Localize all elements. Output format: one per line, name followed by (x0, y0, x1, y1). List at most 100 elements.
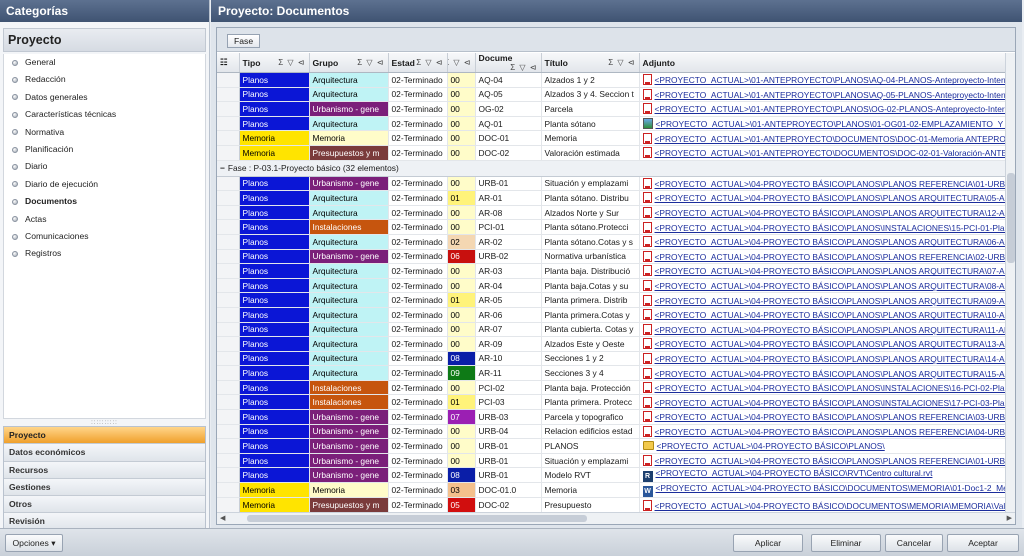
cell-revision[interactable]: 00 (447, 438, 476, 454)
cell-titulo[interactable]: Relacion edificios estad (541, 424, 640, 440)
cell-revision[interactable]: 09 (447, 365, 476, 381)
cell-grupo[interactable]: Presupuestos y m (309, 497, 389, 514)
cell-documento[interactable]: PCI-03 (475, 394, 542, 411)
cell-documento[interactable]: AR-11 (475, 365, 542, 381)
cell-revision[interactable]: 01 (447, 292, 476, 308)
row-indicator[interactable] (217, 145, 240, 161)
cell-tipo[interactable]: Planos (239, 87, 310, 103)
col-adjunto[interactable]: Adjunto (639, 53, 1006, 73)
cell-revision[interactable]: 02 (447, 234, 476, 250)
cell-titulo[interactable]: Presupuesto (541, 497, 640, 514)
cell-revision[interactable]: 00 (447, 322, 476, 338)
cell-estado[interactable]: 02-Terminado (388, 219, 448, 235)
nav-item-registros[interactable]: Registros (4, 245, 205, 262)
cell-estado[interactable]: 02-Terminado (388, 380, 448, 396)
cell-revision[interactable]: 00 (447, 380, 476, 396)
table-row[interactable]: Planos Arquitectura 02-Terminado 01 AR-05 Pla… (217, 292, 1006, 308)
row-indicator[interactable] (217, 482, 240, 499)
row-indicator[interactable] (217, 380, 240, 396)
cell-adjunto-link[interactable]: <PROYECTO_ACTUAL>\04-PROYECTO BÁSICO\PLA… (639, 424, 1006, 440)
row-indicator[interactable] (217, 438, 240, 454)
cell-estado[interactable]: 02-Terminado (388, 424, 448, 440)
cell-titulo[interactable]: Planta baja. Protección (541, 380, 640, 396)
cell-grupo[interactable]: Urbanismo - gene (309, 453, 389, 469)
row-indicator[interactable] (217, 351, 240, 367)
cell-tipo[interactable]: Planos (239, 424, 310, 440)
cell-adjunto-link[interactable]: <PROYECTO_ACTUAL>\04-PROYECTO BÁSICO\PLA… (639, 453, 1006, 469)
cell-titulo[interactable]: Planta primera. Distrib (541, 292, 640, 308)
cell-estado[interactable]: 02-Terminado (388, 307, 448, 323)
cell-tipo[interactable]: Memoria (239, 145, 310, 161)
cell-documento[interactable]: AQ-04 (475, 72, 542, 88)
row-indicator[interactable] (217, 101, 240, 117)
cell-documento[interactable]: AR-04 (475, 278, 542, 294)
cell-tipo[interactable]: Planos (239, 409, 310, 425)
cell-adjunto-link[interactable]: <PROYECTO_ACTUAL>\04-PROYECTO BÁSICO\PLA… (639, 176, 1006, 192)
table-row[interactable]: Planos Arquitectura 02-Terminado 00 AQ-01 Pla… (217, 116, 1006, 132)
cell-estado[interactable]: 02-Terminado (388, 292, 448, 308)
table-row[interactable]: Planos Arquitectura 02-Terminado 01 AR-01 Pla… (217, 190, 1006, 206)
cell-grupo[interactable]: Arquitectura (309, 205, 389, 221)
row-indicator[interactable] (217, 394, 240, 411)
cell-documento[interactable]: URB-01 (475, 467, 542, 484)
cell-grupo[interactable]: Urbanismo - gene (309, 101, 389, 117)
cell-tipo[interactable]: Planos (239, 292, 310, 308)
cell-tipo[interactable]: Planos (239, 116, 310, 132)
cell-estado[interactable]: 02-Terminado (388, 72, 448, 88)
vertical-scrollbar[interactable] (1005, 53, 1015, 513)
row-indicator[interactable] (217, 467, 240, 484)
vertical-scroll-thumb[interactable] (1007, 173, 1015, 263)
cell-adjunto-link[interactable]: <PROYECTO_ACTUAL>\01-ANTEPROYECTO\PLANOS… (639, 101, 1006, 117)
cell-documento[interactable]: AR-07 (475, 322, 542, 338)
row-indicator[interactable] (217, 336, 240, 352)
nav-item-datos-generales[interactable]: Datos generales (4, 89, 205, 106)
cell-revision[interactable]: 05 (447, 497, 476, 514)
table-row[interactable]: Planos Arquitectura 02-Terminado 00 AR-08 Alz… (217, 205, 1006, 221)
cell-documento[interactable]: AR-09 (475, 336, 542, 352)
cell-grupo[interactable]: Arquitectura (309, 351, 389, 367)
cell-documento[interactable]: AR-02 (475, 234, 542, 250)
col-grupo-filter-icon[interactable]: Σ ▽ ⊲ (357, 58, 384, 67)
cell-estado[interactable]: 02-Terminado (388, 365, 448, 381)
cell-titulo[interactable]: Situación y emplazami (541, 453, 640, 469)
table-row[interactable]: Planos Arquitectura 02-Terminado 02 AR-02 Pla… (217, 234, 1006, 250)
cell-tipo[interactable]: Planos (239, 176, 310, 192)
table-row[interactable]: Planos Arquitectura 02-Terminado 00 AR-07 Pla… (217, 322, 1006, 338)
cell-adjunto-link[interactable]: <PROYECTO_ACTUAL>\04-PROYECTO BÁSICO\PLA… (639, 394, 1006, 411)
cell-adjunto-link[interactable]: <PROYECTO_ACTUAL>\04-PROYECTO BÁSICO\PLA… (639, 351, 1006, 367)
cell-grupo[interactable]: Urbanismo - gene (309, 467, 389, 484)
cell-grupo[interactable]: Arquitectura (309, 278, 389, 294)
cell-documento[interactable]: AR-06 (475, 307, 542, 323)
cell-titulo[interactable]: Alzados Este y Oeste (541, 336, 640, 352)
cell-documento[interactable]: URB-01 (475, 176, 542, 192)
cell-adjunto-link[interactable]: <PROYECTO_ACTUAL>\04-PROYECTO BÁSICO\PLA… (639, 234, 1006, 250)
cell-revision[interactable]: 06 (447, 249, 476, 265)
cell-estado[interactable]: 02-Terminado (388, 116, 448, 132)
cell-estado[interactable]: 02-Terminado (388, 438, 448, 454)
cell-grupo[interactable]: Urbanismo - gene (309, 409, 389, 425)
cell-grupo[interactable]: Arquitectura (309, 365, 389, 381)
table-row[interactable]: Memoria Presupuestos y m 02-Terminado 00 DOC… (217, 145, 1006, 161)
cell-documento[interactable]: URB-04 (475, 424, 542, 440)
cell-tipo[interactable]: Planos (239, 249, 310, 265)
cell-adjunto-link[interactable]: R <PROYECTO_ACTUAL>\04-PROYECTO BÁSICO\RV… (639, 467, 1006, 484)
cell-tipo[interactable]: Planos (239, 307, 310, 323)
nav-item-características-técnicas[interactable]: Características técnicas (4, 106, 205, 123)
cell-grupo[interactable]: Arquitectura (309, 72, 389, 88)
col-revision-filter-icon[interactable]: Σ ▽ ⊲ (447, 58, 472, 67)
row-indicator[interactable] (217, 322, 240, 338)
cell-revision[interactable]: 08 (447, 351, 476, 367)
cell-tipo[interactable]: Planos (239, 453, 310, 469)
cell-adjunto-link[interactable]: <PROYECTO_ACTUAL>\04-PROYECTO BÁSICO\PLA… (639, 190, 1006, 206)
scroll-right-icon[interactable]: ▶ (1007, 514, 1012, 522)
cell-adjunto-link[interactable]: <PROYECTO_ACTUAL>\01-ANTEPROYECTO\PLANOS… (639, 87, 1006, 103)
cell-revision[interactable]: 00 (447, 424, 476, 440)
cell-adjunto-link[interactable]: <PROYECTO_ACTUAL>\01-ANTEPROYECTO\PLANOS… (639, 72, 1006, 88)
table-row[interactable]: Memoria Presupuestos y m 02-Terminado 05 DOC… (217, 497, 1006, 514)
cell-documento[interactable]: OG-02 (475, 101, 542, 117)
cell-tipo[interactable]: Planos (239, 234, 310, 250)
cell-titulo[interactable]: PLANOS (541, 438, 640, 454)
cell-tipo[interactable]: Planos (239, 438, 310, 454)
scroll-left-icon[interactable]: ◀ (220, 514, 225, 522)
cell-estado[interactable]: 02-Terminado (388, 145, 448, 161)
